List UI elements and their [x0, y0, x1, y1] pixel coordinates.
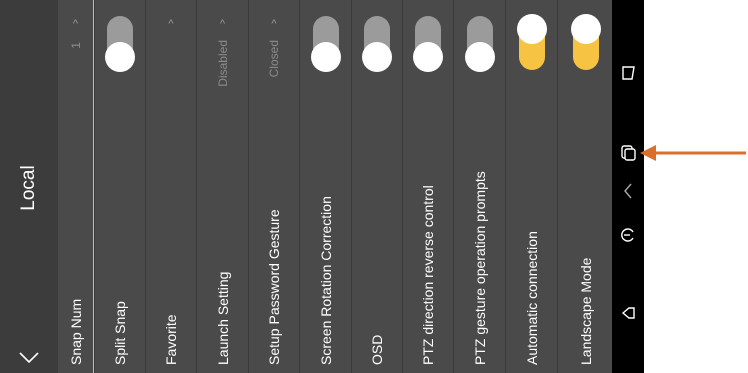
row-launch-setting[interactable]: ^ Disabled Launch Setting	[196, 0, 248, 373]
chevron-up-icon: ^	[271, 18, 277, 30]
row-label: Favorite	[163, 314, 179, 365]
snap-num-value: 1	[68, 42, 83, 49]
row-label: Setup Password Gesture	[266, 209, 282, 365]
row-snap-num[interactable]: 1 ^ Snap Num	[58, 0, 93, 373]
overview-icon[interactable]	[615, 140, 641, 166]
osd-toggle[interactable]	[362, 16, 392, 72]
row-label: Landscape Mode	[577, 257, 594, 365]
row-ptz-direction-reverse[interactable]: PTZ direction reverse control	[402, 0, 453, 373]
launch-setting-value: Disabled	[215, 40, 230, 87]
password-gesture-value: Closed	[267, 40, 281, 78]
row-automatic-connection[interactable]: Automatic connection	[505, 0, 557, 373]
row-setup-password-gesture[interactable]: ^ Closed Setup Password Gesture	[248, 0, 299, 373]
chevron-up-icon: ^	[168, 18, 174, 30]
automatic-connection-toggle[interactable]	[516, 14, 547, 70]
row-landscape-mode[interactable]: Landscape Mode	[557, 0, 612, 373]
expand-chevron-icon[interactable]	[615, 178, 641, 204]
row-label: Launch Setting	[214, 271, 231, 365]
row-osd[interactable]: OSD	[351, 0, 402, 373]
chevron-up-icon: ^	[72, 18, 79, 30]
row-label: Screen Rotation Correction	[317, 196, 334, 365]
row-label: Split Snap	[112, 301, 128, 365]
row-label: Automatic connection	[523, 231, 540, 365]
row-favorite[interactable]: ^ Favorite	[145, 0, 196, 373]
row-split-snap[interactable]: Split Snap	[94, 0, 145, 373]
back-icon[interactable]	[615, 300, 641, 326]
navigation-bar	[612, 0, 748, 373]
back-chevron-icon[interactable]	[16, 345, 42, 371]
recent-apps-icon[interactable]	[615, 60, 641, 86]
header-bar: Local	[0, 0, 58, 373]
rotate-icon[interactable]	[615, 222, 641, 248]
settings-screen: Local 1 ^ Snap Num Split Snap ^ Favorite…	[0, 0, 612, 373]
page-title: Local	[18, 165, 39, 211]
row-ptz-gesture-prompts[interactable]: PTZ gesture operation prompts	[453, 0, 505, 373]
ptz-gesture-toggle[interactable]	[464, 16, 495, 72]
landscape-mode-toggle[interactable]	[570, 14, 601, 70]
screen-rotation-toggle[interactable]	[310, 16, 341, 72]
ptz-direction-toggle[interactable]	[413, 16, 443, 72]
chevron-up-icon: ^	[219, 18, 226, 30]
split-snap-toggle[interactable]	[105, 16, 135, 72]
row-label: OSD	[369, 334, 385, 365]
row-screen-rotation-correction[interactable]: Screen Rotation Correction	[299, 0, 351, 373]
row-label: PTZ gesture operation prompts	[471, 171, 488, 365]
annotation-arrow	[640, 145, 746, 161]
row-label: PTZ direction reverse control	[420, 185, 436, 365]
row-label: Snap Num	[67, 298, 84, 365]
system-nav-strip	[612, 0, 644, 373]
